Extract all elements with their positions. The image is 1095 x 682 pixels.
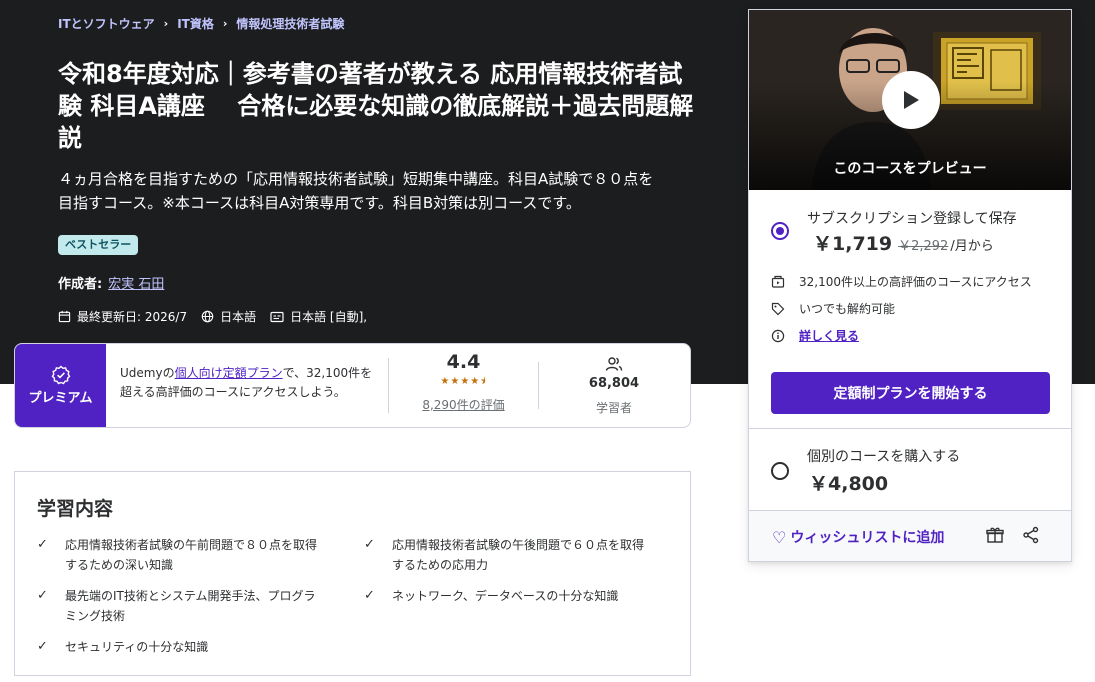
globe-icon <box>201 310 214 323</box>
what-you-will-learn: 学習内容 ✓ 応用情報技術者試験の午前問題で８０点を取得するための深い知識 ✓ … <box>14 471 691 676</box>
heart-icon: ♡ <box>772 527 787 547</box>
gift-icon[interactable] <box>986 526 1004 544</box>
feature-learn-more: 詳しく見る <box>771 327 859 344</box>
subscription-price-unit: /月から <box>950 239 994 254</box>
subscription-title: サブスクリプション登録して保存 <box>807 211 1017 227</box>
users-icon <box>605 356 623 371</box>
closed-captions-icon <box>270 311 284 322</box>
preview-label: このコースをプレビュー <box>833 161 987 177</box>
author-link[interactable]: 宏実 石田 <box>108 277 164 292</box>
courses-icon <box>771 275 785 288</box>
learn-item: ✓ セキュリティの十分な知識 <box>37 637 322 657</box>
learn-heading: 学習内容 <box>37 498 114 520</box>
subscription-radio[interactable] <box>771 222 789 240</box>
course-title: 令和8年度対応｜参考書の著者が教える 応用情報技術者試験 科目A講座 合格に必要… <box>58 60 694 152</box>
check-icon: ✓ <box>364 588 375 603</box>
course-author: 作成者: 宏実 石田 <box>58 273 164 292</box>
course-captions: 日本語 [自動], <box>290 310 368 324</box>
play-icon <box>904 91 919 109</box>
purchase-sidebar: このコースをプレビュー サブスクリプション登録して保存 ￥1,719 ￥2,29… <box>748 9 1072 562</box>
learn-item: ✓ 応用情報技術者試験の午前問題で８０点を取得するための深い知識 <box>37 535 322 575</box>
rating-count-link[interactable]: 8,290件の評価 <box>422 396 504 413</box>
learn-item: ✓ 最先端のIT技術とシステム開発手法、プログラミング技術 <box>37 586 322 626</box>
tag-icon <box>771 302 785 315</box>
bestseller-badge: ベストセラー <box>58 235 139 255</box>
individual-price: ￥4,800 <box>809 473 889 495</box>
premium-badge-icon <box>51 365 70 384</box>
learners-label: 学習者 <box>595 400 632 415</box>
breadcrumb: ITとソフトウェア › IT資格 › 情報処理技術者試験 <box>58 15 344 32</box>
learn-item: ✓ 応用情報技術者試験の午後問題で６０点を取得するための応用力 <box>364 535 649 575</box>
feature-cancel: いつでも解約可能 <box>771 300 895 317</box>
check-icon: ✓ <box>364 537 375 552</box>
individual-purchase-title: 個別のコースを購入する <box>807 449 961 465</box>
premium-label: プレミアム <box>28 390 93 406</box>
learn-item: ✓ ネットワーク、データベースの十分な知識 <box>364 586 649 606</box>
divider <box>749 428 1071 429</box>
learn-more-link[interactable]: 詳しく見る <box>799 327 859 344</box>
personal-plan-link[interactable]: 個人向け定額プラン <box>175 366 283 380</box>
breadcrumb-item-it-software[interactable]: ITとソフトウェア <box>58 15 155 32</box>
course-language: 日本語 <box>220 310 257 324</box>
rating-value: 4.4 <box>446 350 481 373</box>
info-icon <box>771 329 785 342</box>
star-rating-icon: ★★★★⯨ <box>440 375 487 387</box>
course-preview[interactable]: このコースをプレビュー <box>749 10 1071 190</box>
breadcrumb-item-exam[interactable]: 情報処理技術者試験 <box>236 15 344 32</box>
share-icon[interactable] <box>1022 526 1040 544</box>
subscription-price: ￥1,719 ￥2,292 /月から <box>813 229 994 256</box>
subscription-original-price: ￥2,292 <box>898 239 949 254</box>
premium-label-block: プレミアム <box>15 344 106 427</box>
chevron-right-icon: › <box>222 17 228 30</box>
check-icon: ✓ <box>37 588 48 603</box>
sidebar-actions: ♡ ウィッシュリストに追加 <box>749 510 1071 561</box>
individual-purchase-radio[interactable] <box>771 462 789 480</box>
breadcrumb-item-it-cert[interactable]: IT資格 <box>177 15 214 32</box>
add-to-wishlist-button[interactable]: ♡ ウィッシュリストに追加 <box>772 527 944 547</box>
premium-description: Udemyの個人向け定額プランで、32,100件を超える高評価のコースにアクセス… <box>106 358 389 413</box>
check-icon: ✓ <box>37 639 48 654</box>
check-icon: ✓ <box>37 537 48 552</box>
learners-stat: 68,804 学習者 <box>539 344 689 427</box>
subscription-current-price: ￥1,719 <box>813 233 893 255</box>
feature-access: 32,100件以上の高評価のコースにアクセス <box>771 273 1032 290</box>
learners-count: 68,804 <box>588 375 640 391</box>
chevron-right-icon: › <box>163 17 169 30</box>
play-button[interactable] <box>882 71 940 129</box>
rating-stat: 4.4 ★★★★⯨ 8,290件の評価 <box>389 351 539 412</box>
calendar-icon <box>58 310 71 323</box>
course-meta: 最終更新日: 2026/7 日本語 日本語 [自動], <box>58 308 381 325</box>
course-subtitle: ４ヵ月合格を目指すための「応用情報技術者試験」短期集中講座。科目A試験で８０点を… <box>58 170 654 212</box>
premium-card: プレミアム Udemyの個人向け定額プランで、32,100件を超える高評価のコー… <box>14 343 691 428</box>
start-subscription-button[interactable]: 定額制プランを開始する <box>771 372 1050 414</box>
author-label: 作成者: <box>58 277 103 292</box>
last-updated: 最終更新日: 2026/7 <box>77 310 188 324</box>
